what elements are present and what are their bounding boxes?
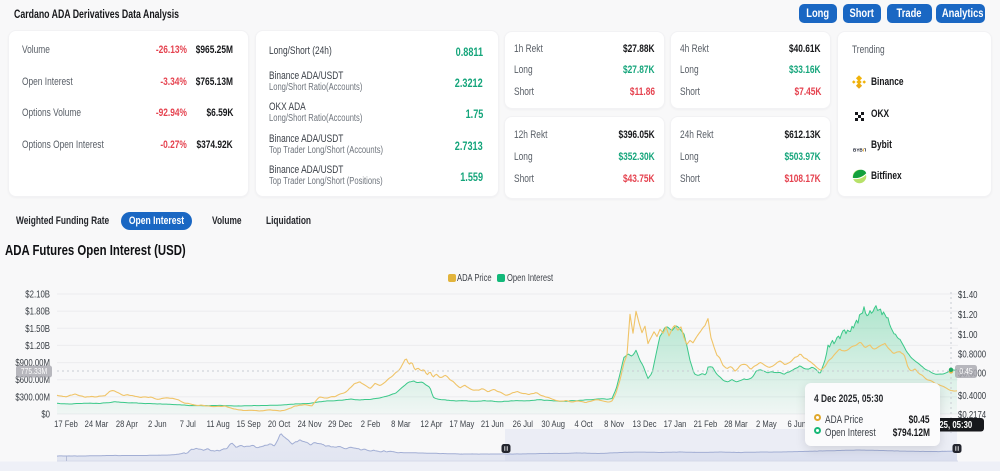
svg-text:$0.8000: $0.8000 xyxy=(958,349,986,360)
svg-text:24 Mar: 24 Mar xyxy=(85,418,109,429)
svg-text:28 Apr: 28 Apr xyxy=(116,418,138,429)
svg-text:17 Feb: 17 Feb xyxy=(54,418,78,429)
svg-text:2 May: 2 May xyxy=(756,418,777,429)
svg-text:11 Aug: 11 Aug xyxy=(207,418,230,429)
svg-text:$1.80B: $1.80B xyxy=(25,306,50,317)
svg-text:4 Oct: 4 Oct xyxy=(575,418,594,429)
svg-text:12 Apr: 12 Apr xyxy=(420,418,442,429)
svg-text:$300.00M: $300.00M xyxy=(15,391,50,402)
svg-text:24 Nov: 24 Nov xyxy=(298,418,323,429)
svg-text:$1.40: $1.40 xyxy=(958,289,978,300)
svg-text:775.33M: 775.33M xyxy=(21,366,47,376)
svg-text:2 Feb: 2 Feb xyxy=(361,418,381,429)
svg-text:21 Jun: 21 Jun xyxy=(481,418,504,429)
svg-text:20 Oct: 20 Oct xyxy=(268,418,291,429)
svg-text:28 Mar: 28 Mar xyxy=(724,418,748,429)
svg-text:$1.20B: $1.20B xyxy=(25,340,50,351)
svg-text:21 Feb: 21 Feb xyxy=(694,418,718,429)
svg-text:7 Jul: 7 Jul xyxy=(180,418,196,429)
svg-text:2 Jun: 2 Jun xyxy=(148,418,167,429)
svg-text:15 Sep: 15 Sep xyxy=(237,418,261,429)
svg-text:$0: $0 xyxy=(41,409,50,420)
svg-text:13 Dec: 13 Dec xyxy=(632,418,657,429)
svg-text:17 Jan: 17 Jan xyxy=(664,418,687,429)
svg-text:0.45: 0.45 xyxy=(959,366,972,376)
svg-text:$1.20: $1.20 xyxy=(958,309,978,320)
svg-text:$1.50B: $1.50B xyxy=(25,323,50,334)
svg-text:8 Nov: 8 Nov xyxy=(604,418,624,429)
svg-text:17 May: 17 May xyxy=(449,418,475,429)
svg-text:$0.4000: $0.4000 xyxy=(958,390,986,401)
svg-text:26 Jul: 26 Jul xyxy=(513,418,533,429)
svg-text:$2.10B: $2.10B xyxy=(25,289,50,300)
svg-text:30 Aug: 30 Aug xyxy=(541,418,565,429)
svg-text:6 Jun: 6 Jun xyxy=(788,418,807,429)
svg-text:29 Dec: 29 Dec xyxy=(328,418,353,429)
svg-text:8 Mar: 8 Mar xyxy=(391,418,411,429)
svg-text:$1.00: $1.00 xyxy=(958,329,978,340)
